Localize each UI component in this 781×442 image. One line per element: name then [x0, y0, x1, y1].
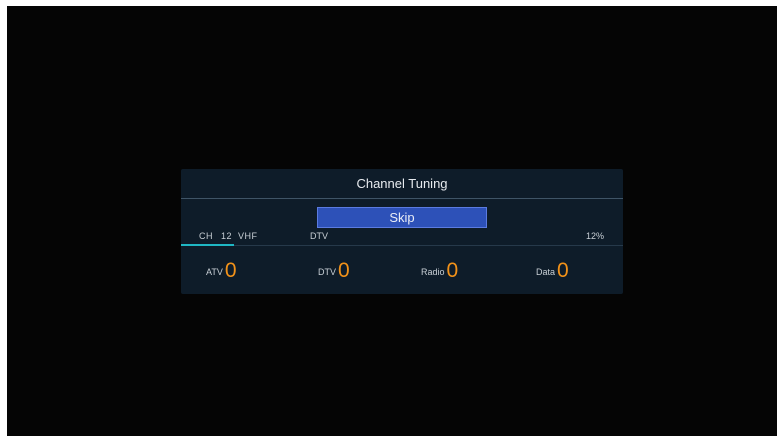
atv-count-value: 0 [224, 259, 237, 282]
channel-tuning-dialog: Channel Tuning Skip CH 12 VHF DTV 12% AT… [181, 169, 623, 294]
progress-percent: 12% [585, 231, 604, 241]
radio-count-label: Radio [421, 267, 445, 277]
radio-count: Radio0 [421, 259, 458, 283]
atv-count: ATV0 [206, 259, 237, 283]
atv-count-label: ATV [206, 267, 223, 277]
dtv-count-label: DTV [318, 267, 336, 277]
tv-screen: Channel Tuning Skip CH 12 VHF DTV 12% AT… [7, 6, 777, 436]
data-count-label: Data [536, 267, 556, 277]
data-count: Data0 [536, 259, 569, 283]
progress-track [181, 244, 623, 246]
dialog-title: Channel Tuning [356, 176, 448, 191]
dtv-count-value: 0 [338, 259, 350, 282]
skip-button[interactable]: Skip [317, 207, 487, 228]
title-divider [181, 198, 623, 199]
progress-fill [181, 244, 234, 246]
dtv-count: DTV0 [318, 259, 350, 283]
found-counts-row: ATV0 DTV0 Radio0 Data0 [181, 259, 623, 285]
channel-prefix: CH [199, 231, 213, 241]
data-count-value: 0 [557, 259, 569, 282]
channel-number: 12 [221, 231, 233, 241]
tuning-status-row: CH 12 VHF DTV 12% [181, 229, 623, 245]
channel-indicator: CH 12 VHF [199, 231, 261, 241]
band-label: VHF [238, 231, 258, 241]
tuning-mode-label: DTV [310, 231, 328, 241]
radio-count-value: 0 [446, 259, 459, 282]
